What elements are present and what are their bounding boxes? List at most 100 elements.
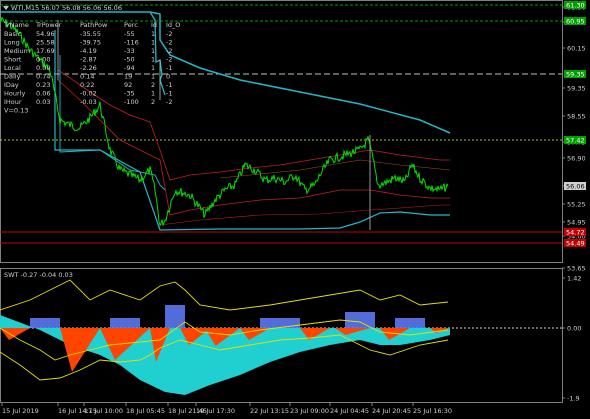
table-cell: 1	[151, 90, 155, 98]
table-cell: -50	[124, 56, 135, 64]
trend-table: TrName TrPower PathPow Perc Id Id_O Basic 54.96…	[3, 21, 180, 115]
indicator-layer	[0, 279, 562, 395]
table-cell: IHour	[4, 98, 22, 106]
time-axis: 15 Jul 2019 16 Jul 14:1517 Jul 10:00 18 Ju…	[1, 403, 452, 415]
table-cell: -0.02	[80, 90, 97, 98]
table-cell: 2	[151, 98, 155, 106]
price-tick-label: 54.95	[567, 219, 586, 227]
price-tick-label: 53.65	[567, 265, 586, 273]
indicator-tick-label: 1.42	[567, 275, 581, 283]
indicator-blue-bar	[395, 318, 425, 328]
price-tick-label: 59.35	[567, 85, 586, 93]
table-cell: 0.00	[36, 64, 50, 72]
price-tag-label: 61.30	[566, 2, 585, 10]
table-cell: 92	[124, 81, 132, 89]
table-cell: -35.55	[80, 30, 101, 38]
price-tag-label: 54.49	[566, 240, 585, 248]
table-cell: -2	[166, 47, 172, 55]
table-cell: Local	[4, 64, 21, 72]
table-cell: 1	[151, 73, 155, 81]
table-cell: IDay	[4, 81, 19, 89]
table-cell: Daily	[4, 73, 21, 81]
table-cell: 1	[151, 64, 155, 72]
price-tick-label: 60.15	[567, 45, 586, 53]
table-cell: -2	[166, 98, 172, 106]
table-cell: Long	[4, 39, 20, 47]
indicator-axis: 1.42 0.00 -1.9	[562, 275, 581, 403]
table-cell: 2	[151, 81, 155, 89]
time-tick-label: 17 Jul 10:00	[84, 407, 123, 415]
time-tick-label: 25 Jul 16:30	[413, 407, 452, 415]
price-tag-label: 59.35	[566, 71, 585, 79]
price-tag-label: 54.72	[566, 229, 585, 237]
table-header-cell: TrName	[3, 21, 29, 29]
indicator-blue-bar	[110, 318, 140, 328]
table-cell: 25.58	[36, 39, 55, 47]
symbol-line: WTI,M15 56.07 56.08 56.06 56.06	[11, 4, 122, 12]
table-cell: -33	[124, 47, 135, 55]
table-cell: 0.14	[80, 73, 94, 81]
time-tick-label: 23 Jul 09:00	[290, 407, 329, 415]
price-series-layer	[0, 11, 451, 231]
indicator-blue-bar	[260, 318, 300, 328]
red-channel-upper	[57, 69, 450, 181]
table-cell: 1	[151, 30, 155, 38]
table-cell: -1	[166, 81, 172, 89]
indicator-blue-bar	[345, 312, 375, 328]
time-tick-label: 18 Jul 05:45	[126, 407, 165, 415]
time-tick-label: 24 Jul 20:45	[372, 407, 411, 415]
indicator-orange-bar	[0, 328, 30, 340]
time-tick-label: 24 Jul 04:45	[330, 407, 369, 415]
price-line	[0, 16, 449, 227]
table-cell: -55	[124, 30, 135, 38]
table-cell: Basic	[4, 30, 22, 38]
table-cell: 0.03	[36, 98, 50, 106]
table-cell: -94	[124, 64, 135, 72]
price-tag-label: 60.95	[566, 18, 585, 26]
table-cell: -4.19	[80, 47, 97, 55]
indicator-tick-label: -1.9	[567, 395, 580, 403]
table-cell: -1	[166, 64, 172, 72]
table-cell: 1	[151, 39, 155, 47]
table-cell: Hourly	[4, 90, 25, 98]
table-header-cell: TrPower	[35, 21, 62, 29]
red-channel-mid	[57, 79, 450, 216]
time-tick-label: 19 Jul 17:30	[196, 407, 235, 415]
table-header-cell: PathPow	[80, 21, 108, 29]
table-footer: V=0.13	[4, 107, 28, 115]
table-cell: 19	[124, 73, 132, 81]
table-cell: -116	[124, 39, 139, 47]
table-cell: 1	[151, 56, 155, 64]
table-cell: 0.22	[80, 81, 94, 89]
indicator-tick-label: 0.00	[567, 325, 581, 333]
table-cell: -2.26	[80, 64, 97, 72]
table-cell: -2	[166, 30, 172, 38]
table-cell: Short	[4, 56, 22, 64]
table-header-cell: Id	[151, 21, 157, 29]
table-cell: -2.87	[80, 56, 97, 64]
indicator-blue-bar	[30, 318, 60, 328]
triangle-down-icon	[3, 6, 9, 10]
indicator-label: SWT -0.27 -0.04 0.03	[4, 271, 73, 279]
table-header-cell: Perc	[124, 21, 138, 29]
table-cell: 0.23	[36, 81, 50, 89]
table-cell: -100	[124, 98, 139, 106]
table-cell: -35	[124, 90, 135, 98]
table-cell: -2	[166, 56, 172, 64]
time-tick-label: 22 Jul 13:15	[250, 407, 289, 415]
table-cell: -39.75	[80, 39, 101, 47]
trading-chart[interactable]: WTI,M15 56.07 56.08 56.06 56.06 TrName Tr…	[0, 0, 590, 419]
price-tick-label: 55.25	[567, 201, 586, 209]
table-cell: 0.74	[36, 73, 50, 81]
teal-envelope-upper	[0, 11, 451, 134]
price-tag-label: 56.06	[566, 183, 585, 191]
table-cell: 0.00	[36, 56, 50, 64]
table-cell: 17.69	[36, 47, 55, 55]
price-tick-label: 58.55	[567, 113, 586, 121]
table-cell: Medium	[4, 47, 30, 55]
table-cell: 0	[166, 73, 170, 81]
indicator-yellow-upper	[0, 279, 449, 311]
time-tick-label: 15 Jul 2019	[2, 407, 39, 415]
symbol-header: WTI,M15 56.07 56.08 56.06 56.06	[3, 4, 122, 12]
table-cell: 1	[151, 47, 155, 55]
